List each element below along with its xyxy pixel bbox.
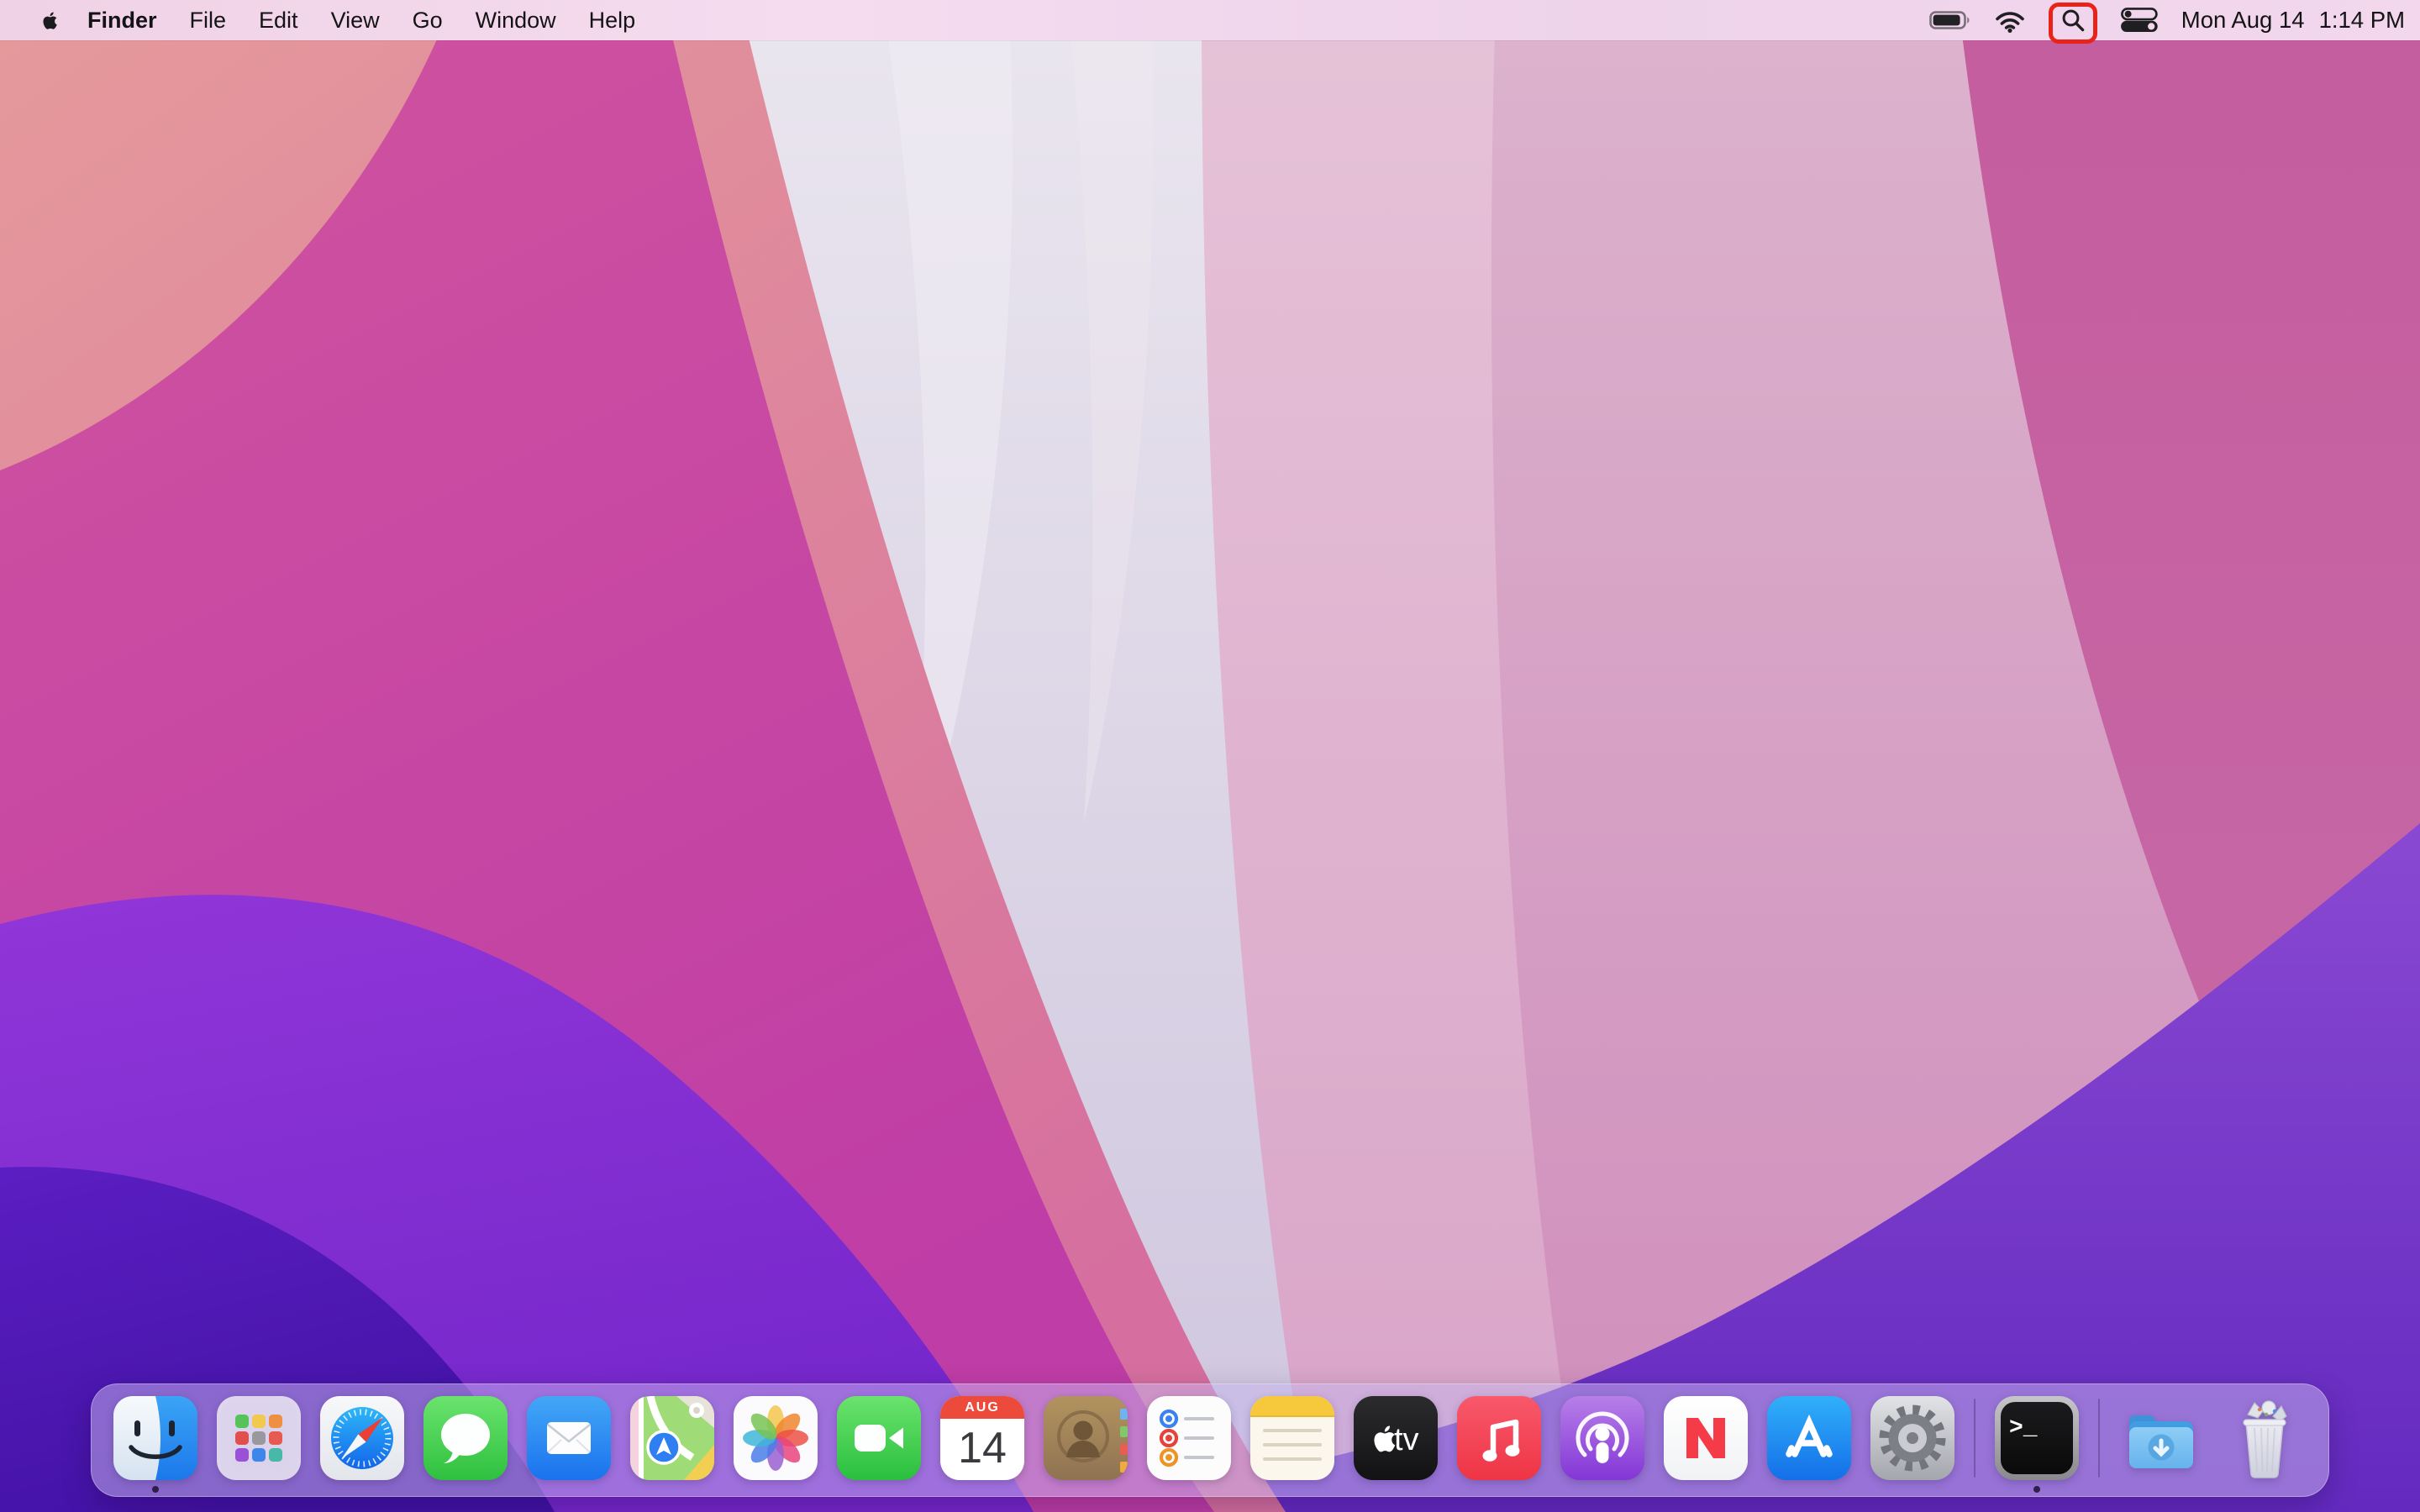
dock-item-trash[interactable] <box>2223 1396 2307 1480</box>
dock-item-downloads[interactable] <box>2119 1396 2203 1480</box>
reminders-icon <box>1147 1396 1231 1480</box>
running-indicator <box>2033 1486 2040 1493</box>
system-preferences-icon <box>1870 1396 1954 1480</box>
finder-icon <box>113 1396 197 1480</box>
menu-edit[interactable]: Edit <box>259 8 298 34</box>
battery-icon[interactable] <box>1928 0 1971 40</box>
control-center-icon[interactable] <box>2120 0 2159 40</box>
menu-list: Finder File Edit View Go Window Help <box>87 8 635 34</box>
menu-bar: Finder File Edit View Go Window Help Mon… <box>0 0 2420 44</box>
wifi-icon[interactable] <box>1994 0 2026 40</box>
menu-bar-status: Mon Aug 14 1:14 PM <box>1928 0 2420 44</box>
dock-item-app-store[interactable] <box>1767 1396 1851 1480</box>
apple-tv-icon: tv <box>1354 1396 1438 1480</box>
apple-logo-icon <box>43 12 57 29</box>
app-store-icon <box>1767 1396 1851 1480</box>
dock-item-news[interactable] <box>1664 1396 1748 1480</box>
menu-file[interactable]: File <box>190 8 227 34</box>
launchpad-icon <box>217 1396 301 1480</box>
notes-header <box>1250 1396 1334 1417</box>
messages-icon <box>424 1396 508 1480</box>
apple-menu-icon[interactable] <box>37 6 66 34</box>
dock-item-podcasts[interactable] <box>1560 1396 1644 1480</box>
dock-item-reminders[interactable] <box>1147 1396 1231 1480</box>
menu-help[interactable]: Help <box>589 8 636 34</box>
podcasts-icon <box>1560 1396 1644 1480</box>
downloads-folder-icon <box>2129 1415 2193 1468</box>
facetime-icon <box>837 1396 921 1480</box>
dock-item-music[interactable] <box>1457 1396 1541 1480</box>
dock-item-finder[interactable] <box>113 1396 197 1493</box>
dock-item-contacts[interactable] <box>1044 1396 1128 1480</box>
music-icon <box>1457 1396 1541 1480</box>
safari-icon <box>320 1396 404 1480</box>
wallpaper-image <box>0 0 2420 1512</box>
dock-item-mail[interactable] <box>527 1396 611 1480</box>
menu-window[interactable]: Window <box>476 8 556 34</box>
dock-item-terminal[interactable]: >_ <box>1995 1396 2079 1493</box>
calendar-icon: AUG 14 <box>940 1396 1024 1480</box>
calendar-day-label: 14 <box>958 1423 1007 1473</box>
dock-item-calendar[interactable]: AUG 14 <box>940 1396 1024 1480</box>
dock-item-photos[interactable] <box>734 1396 818 1480</box>
menu-go[interactable]: Go <box>413 8 443 34</box>
trash-full-icon <box>2243 1400 2287 1478</box>
news-icon <box>1664 1396 1748 1480</box>
maps-icon <box>630 1396 714 1480</box>
running-indicator <box>152 1486 159 1493</box>
menu-view[interactable]: View <box>331 8 380 34</box>
dock-item-maps[interactable] <box>630 1396 714 1480</box>
dock: AUG 14 tv >_ <box>91 1383 2329 1497</box>
dock-item-launchpad[interactable] <box>217 1396 301 1480</box>
spotlight-search-icon[interactable] <box>2048 0 2097 44</box>
dock-item-system-preferences[interactable] <box>1870 1396 1954 1480</box>
mail-icon <box>527 1396 611 1480</box>
terminal-prompt-label: >_ <box>2009 1415 2038 1441</box>
desktop[interactable]: Finder File Edit View Go Window Help Mon… <box>0 0 2420 1512</box>
dock-item-messages[interactable] <box>424 1396 508 1480</box>
dock-item-facetime[interactable] <box>837 1396 921 1480</box>
dock-divider[interactable] <box>2098 1399 2100 1478</box>
clock-time: 1:14 PM <box>2318 7 2405 33</box>
menu-bar-clock[interactable]: Mon Aug 14 1:14 PM <box>2181 7 2405 34</box>
photos-icon <box>734 1396 818 1480</box>
clock-date: Mon Aug 14 <box>2181 7 2305 33</box>
menu-app-name[interactable]: Finder <box>87 8 157 34</box>
terminal-icon: >_ <box>1995 1396 2079 1480</box>
dock-divider[interactable] <box>1974 1399 1975 1478</box>
contacts-icon <box>1044 1396 1128 1480</box>
dock-item-safari[interactable] <box>320 1396 404 1480</box>
dock-item-apple-tv[interactable]: tv <box>1354 1396 1438 1480</box>
apple-tv-label: tv <box>1394 1422 1419 1457</box>
dock-item-notes[interactable] <box>1250 1396 1334 1480</box>
notes-icon <box>1250 1396 1334 1480</box>
